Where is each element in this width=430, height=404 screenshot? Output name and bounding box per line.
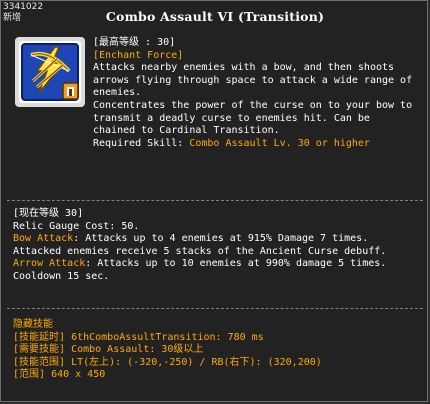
bow-attack-text: : Attacks up to 4 enemies at 915% Damage… (73, 233, 369, 245)
relic-cost: Relic Gauge Cost: 50. (13, 220, 140, 232)
current-level-block: [现在等级 30] Relic Gauge Cost: 50. Bow Atta… (13, 208, 425, 284)
current-level: [现在等级 30] (13, 208, 84, 219)
divider (7, 308, 423, 309)
desc-line: Concentrates the power of the curse on t… (93, 99, 413, 111)
skill-range-label: [技能范围] (13, 356, 72, 368)
combo-assault-bow-icon (19, 41, 81, 103)
hidden-skill-title: 隐藏技能 (13, 319, 53, 330)
required-skill-label: Required Skill: (93, 137, 190, 149)
required-skill-extra-label: [需要技能] (13, 344, 72, 356)
required-skill: Required Skill: Combo Assault Lv. 30 or … (93, 138, 423, 151)
arrow-attack-text: : Attacks up to 10 enemies at 990% damag… (85, 258, 387, 270)
required-skill-extra: [需要技能] Combo Assault: 30级以上 (13, 344, 425, 357)
max-level: [最高等级 : 30] (93, 37, 176, 48)
skill-header: [最高等级 : 30] [Enchant Force] Attacks near… (93, 37, 423, 150)
required-skill-value: Combo Assault Lv. 30 or higher (189, 137, 370, 149)
skill-delay-label: [技能延时] (13, 331, 72, 343)
cooldown: Cooldown 15 sec. (13, 270, 110, 282)
bow-attack: Bow Attack: Attacks up to 4 enemies at 9… (13, 233, 425, 246)
skill-delay: [技能延时] 6thComboAssultTransition: 780 ms (13, 332, 425, 345)
arrow-attack: Arrow Attack: Attacks up to 10 enemies a… (13, 258, 425, 271)
skill-area: [范围] 640 x 450 (13, 369, 425, 382)
skill-tooltip: 3341022 新增 Combo Assault VI (Transition) (0, 0, 428, 402)
desc-line: Attacks nearby enemies with a bow, and t… (93, 62, 395, 74)
arrow-attack-label: Arrow Attack (13, 258, 86, 270)
required-skill-extra-value: Combo Assault: 30级以上 (71, 344, 204, 356)
skill-area-value: 640 x 450 (51, 369, 106, 381)
divider (7, 200, 423, 201)
desc-line: arrows flying through space to attack a … (93, 74, 413, 86)
hidden-skill-block: 隐藏技能 [技能延时] 6thComboAssultTransition: 78… (13, 319, 425, 382)
curse-effect: Attacked enemies receive 5 stacks of the… (13, 245, 387, 257)
skill-title: Combo Assault VI (Transition) (105, 9, 325, 24)
skill-delay-value: 6thComboAssultTransition: 780 ms (71, 331, 264, 343)
enchant-tag: [Enchant Force] (93, 49, 184, 61)
skill-range-value: LT(左上): (-320,-250) / RB(右下): (320,200) (71, 356, 322, 368)
bow-attack-label: Bow Attack (13, 233, 74, 245)
desc-line: chained to Cardinal Transition. (93, 125, 280, 137)
skill-icon-frame (15, 37, 85, 107)
skill-range: [技能范围] LT(左上): (-320,-250) / RB(右下): (32… (13, 357, 425, 370)
desc-line: transmit a deadly curse to enemies hit. … (93, 112, 370, 124)
skill-area-label: [范围] (13, 369, 52, 381)
desc-line: enemies. (93, 87, 142, 99)
